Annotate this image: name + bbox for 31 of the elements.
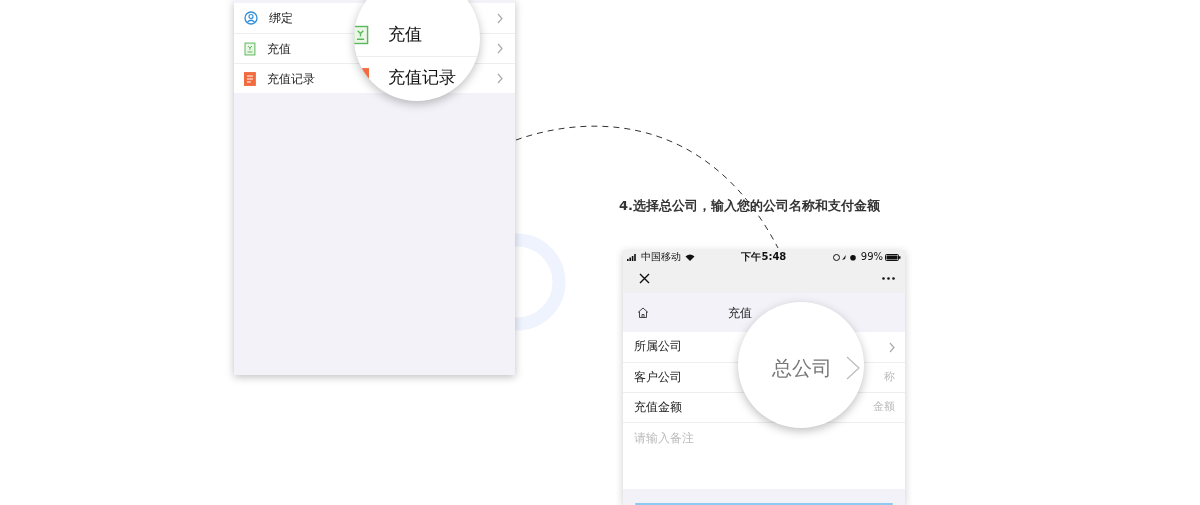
menu-label[interactable]: 充值记录 [266, 69, 315, 88]
battery-icon [885, 253, 901, 261]
battery-percent: 99% [860, 252, 883, 262]
signal-icon [627, 253, 637, 261]
chevron-icon [497, 12, 503, 24]
chevron-icon [497, 43, 503, 54]
receipt-icon [244, 41, 256, 56]
field-label: 客户公司 [634, 368, 682, 386]
chevron-icon [889, 341, 895, 353]
user-icon [244, 11, 258, 25]
page-title: 充值 [727, 304, 753, 322]
close-icon [639, 273, 650, 284]
carrier-name: 中国移动 [641, 252, 681, 262]
field-label: 所属公司 [634, 338, 682, 356]
status-time: 下午5:48 [740, 252, 788, 262]
wifi-icon [685, 253, 695, 261]
chevron-icon [497, 73, 503, 84]
input-field[interactable]: 称 [869, 369, 895, 386]
menu-label[interactable]: 绑定 [269, 9, 293, 27]
chevron-icon [846, 356, 860, 380]
field-value: 总公司 [772, 355, 832, 382]
menu-label: 充值记录 [388, 66, 456, 90]
remark-field[interactable]: 请输入备注 [623, 422, 905, 489]
input-field[interactable]: 金额 [869, 399, 895, 416]
status-icons [832, 253, 857, 261]
menu-label: 充值 [388, 22, 422, 46]
home-icon [637, 307, 649, 318]
menu-label[interactable]: 充值 [266, 39, 291, 58]
field-label: 充值金额 [634, 398, 682, 416]
step-caption: 4.选择总公司，输入您的公司名称和支付金额 [619, 197, 880, 215]
more-icon [882, 277, 895, 280]
